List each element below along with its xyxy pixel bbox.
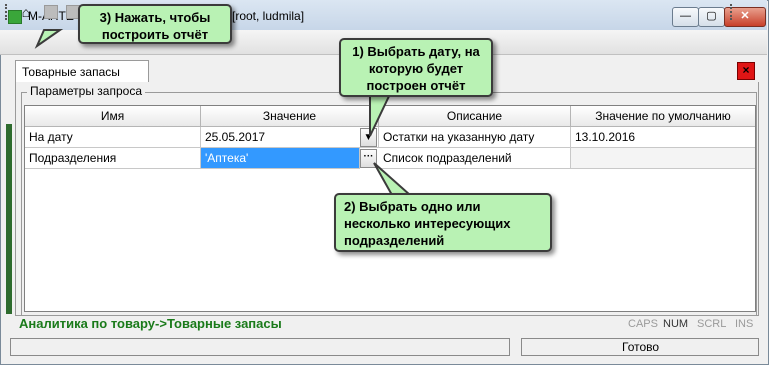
maximize-button[interactable]: ▢ xyxy=(698,7,725,27)
row-date-name: На дату xyxy=(25,127,201,148)
column-header-name[interactable]: Имя xyxy=(25,106,201,127)
home-icon[interactable]: ⌂ xyxy=(17,3,35,21)
side-splitter[interactable] xyxy=(6,124,12,314)
subdivisions-value-field[interactable]: 'Аптека' xyxy=(201,148,360,169)
scrl-indicator: SCRL xyxy=(697,318,727,330)
date-dropdown-button[interactable]: ▼ xyxy=(360,128,377,147)
status-ready: Готово xyxy=(622,340,660,354)
callout-select-date: 1) Выбрать дату, на которую будет постро… xyxy=(339,38,493,97)
search-icon xyxy=(44,5,58,19)
row-date-description: Остатки на указанную дату xyxy=(379,127,571,148)
ins-indicator: INS xyxy=(735,318,754,330)
subdivisions-browse-button[interactable]: ··· xyxy=(360,149,377,168)
column-header-default[interactable]: Значение по умолчанию xyxy=(571,106,755,127)
callout-build-report: 3) Нажать, чтобы построить отчёт xyxy=(78,4,232,44)
tab-stock[interactable]: Товарные запасы xyxy=(15,60,149,82)
row-date-default: 13.10.2016 xyxy=(571,127,755,148)
status-breadcrumb: Аналитика по товару->Товарные запасы xyxy=(19,316,282,331)
date-value-field[interactable]: 25.05.2017 xyxy=(201,127,379,148)
close-tab-button[interactable]: × xyxy=(737,62,755,80)
toolbar-grip[interactable] xyxy=(730,4,734,20)
minimize-button[interactable]: — xyxy=(672,7,699,27)
group-title: Параметры запроса xyxy=(27,84,145,98)
num-indicator: NUM xyxy=(663,318,689,330)
window-title-user: [root, ludmila] xyxy=(232,9,305,23)
row-subdivisions-name: Подразделения xyxy=(25,148,201,169)
column-header-value[interactable]: Значение xyxy=(201,106,379,127)
caps-indicator: CAPS xyxy=(628,318,658,330)
status-pane-main xyxy=(10,338,510,356)
row-subdivisions-description: Список подразделений xyxy=(379,148,571,169)
column-header-description[interactable]: Описание xyxy=(379,106,571,127)
callout-select-subdivisions: 2) Выбрать одно или несколько интересующ… xyxy=(334,193,552,252)
row-subdivisions-default xyxy=(571,148,755,169)
toolbar-grip[interactable] xyxy=(5,4,9,20)
